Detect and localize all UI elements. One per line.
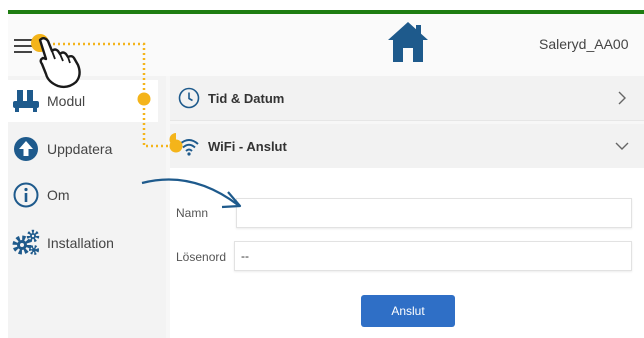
menu-button[interactable]	[14, 38, 36, 56]
section-label: Tid & Datum	[208, 90, 285, 106]
section-label: WiFi - Anslut	[208, 138, 287, 154]
chevron-right-icon	[614, 90, 630, 106]
sidebar-item-installation[interactable]: Installation	[8, 222, 158, 264]
home-button[interactable]	[384, 18, 432, 66]
connect-button[interactable]: Anslut	[361, 295, 455, 327]
section-wifi-anslut[interactable]: WiFi - Anslut	[170, 124, 644, 169]
password-label: Lösenord	[176, 250, 227, 264]
clock-icon	[178, 87, 200, 109]
wifi-name-input[interactable]	[236, 198, 632, 228]
gears-icon	[11, 228, 41, 258]
sidebar-item-om[interactable]: Om	[8, 174, 158, 216]
info-circle-icon	[11, 180, 41, 210]
sidebar-item-label: Installation	[47, 235, 114, 251]
arrow-up-circle-icon	[11, 134, 41, 164]
sidebar-item-label: Modul	[47, 93, 86, 109]
chevron-down-icon	[614, 138, 630, 154]
device-name: Saleryd_AA00	[539, 36, 629, 52]
section-tid-datum[interactable]: Tid & Datum	[170, 76, 644, 121]
sidebar-item-uppdatera[interactable]: Uppdatera	[8, 128, 158, 170]
vent-module-icon	[11, 86, 41, 116]
wifi-icon	[178, 135, 200, 157]
name-label: Namn	[176, 206, 209, 220]
menu-icon	[14, 39, 32, 41]
sidebar-item-label: Uppdatera	[47, 141, 113, 157]
sidebar-item-label: Om	[47, 187, 70, 203]
home-icon	[388, 22, 428, 62]
sidebar-item-modul[interactable]: Modul	[8, 80, 158, 122]
wifi-password-input[interactable]	[234, 241, 632, 271]
